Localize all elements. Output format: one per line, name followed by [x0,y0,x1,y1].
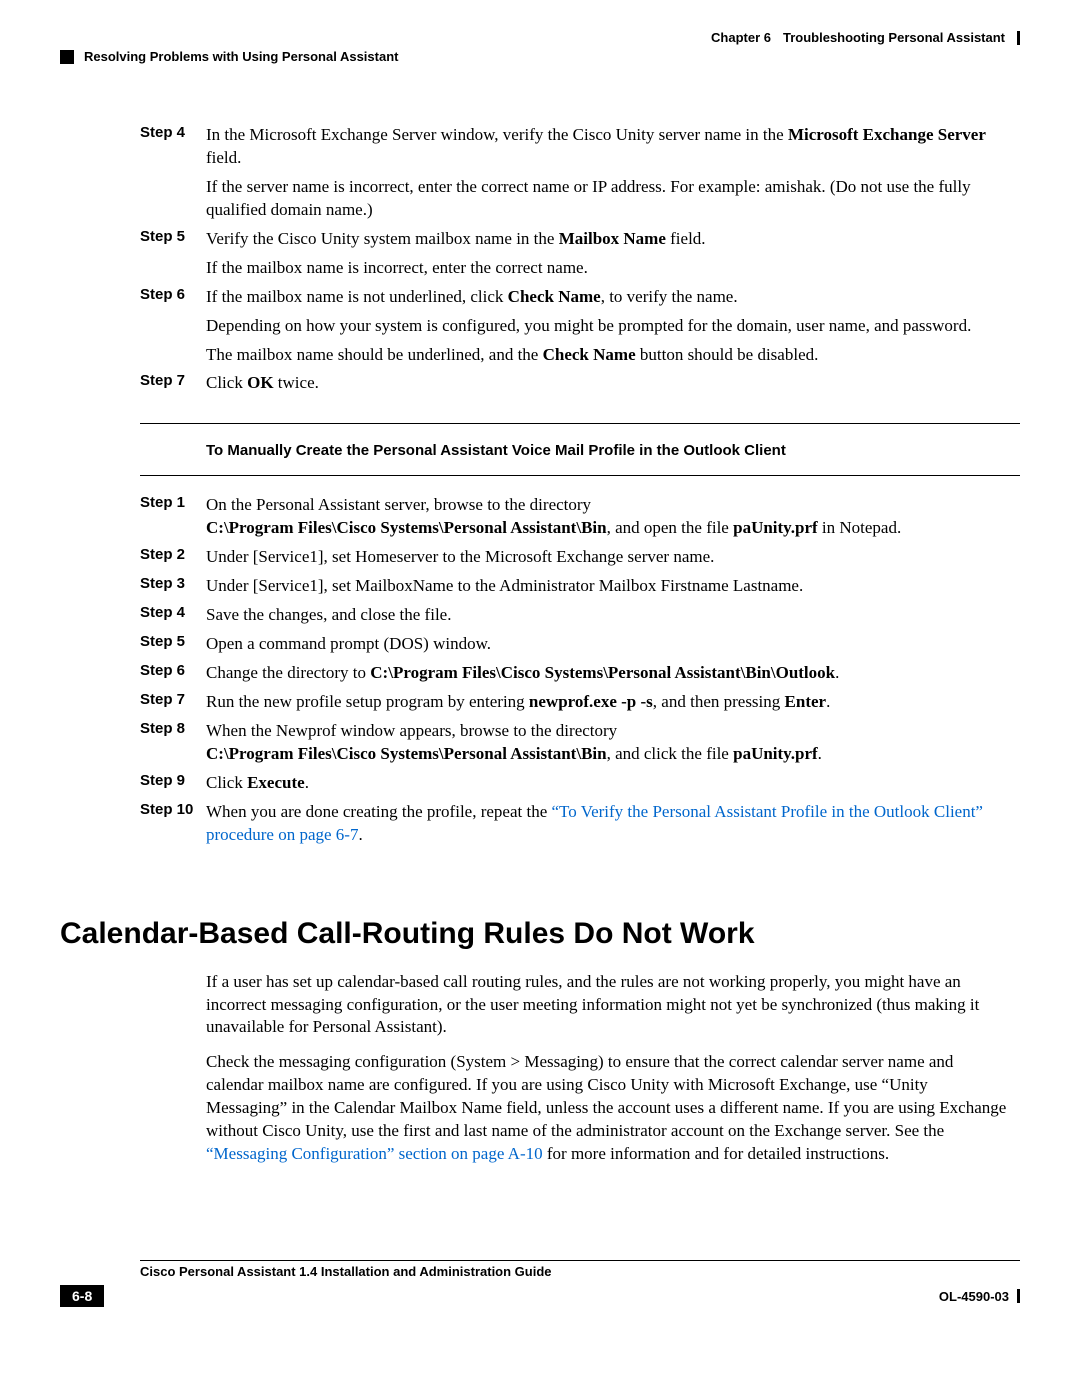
step-label: Step 9 [140,772,206,795]
step-text: Under [Service1], set MailboxName to the… [206,575,1010,598]
step-continuation: Depending on how your system is configur… [206,315,1010,338]
step-text: On the Personal Assistant server, browse… [206,494,1010,540]
step-row: Step 7 Click OK twice. [140,372,1010,395]
step-text: When you are done creating the profile, … [206,801,1010,847]
step-label: Step 10 [140,801,206,847]
step-text: In the Microsoft Exchange Server window,… [206,124,1010,170]
chapter-title: Troubleshooting Personal Assistant [783,30,1005,45]
step-text: Click Execute. [206,772,1010,795]
step-row: Step 8 When the Newprof window appears, … [140,720,1010,766]
step-text: Change the directory to C:\Program Files… [206,662,1010,685]
step-label: Step 1 [140,494,206,540]
step-label: Step 7 [140,372,206,395]
page-number: 6-8 [60,1285,104,1307]
step-label: Step 3 [140,575,206,598]
square-bullet-icon [60,50,74,64]
step-continuation: The mailbox name should be underlined, a… [206,344,1010,367]
doc-id: OL-4590-03 [939,1289,1020,1304]
step-label: Step 4 [140,604,206,627]
step-label: Step 6 [140,662,206,685]
step-row: Step 6 Change the directory to C:\Progra… [140,662,1010,685]
step-row: Step 7 Run the new profile setup program… [140,691,1010,714]
step-continuation: If the mailbox name is incorrect, enter … [206,257,1010,280]
step-label: Step 5 [140,228,206,251]
header-rule-icon [1017,31,1020,45]
body-paragraph: If a user has set up calendar-based call… [206,971,1010,1040]
step-text: Click OK twice. [206,372,1010,395]
step-row: Step 3 Under [Service1], set MailboxName… [140,575,1010,598]
step-label: Step 5 [140,633,206,656]
body-paragraph: Check the messaging configuration (Syste… [206,1051,1010,1166]
step-continuation: If the server name is incorrect, enter t… [206,176,1010,222]
footer-rule-icon [1017,1289,1020,1303]
step-text: Run the new profile setup program by ent… [206,691,1010,714]
step-text: If the mailbox name is not underlined, c… [206,286,1010,309]
step-label: Step 6 [140,286,206,309]
step-row: Step 10 When you are done creating the p… [140,801,1010,847]
step-text: Save the changes, and close the file. [206,604,1010,627]
step-text: Under [Service1], set Homeserver to the … [206,546,1010,569]
divider [140,423,1020,424]
footer-doc-title: Cisco Personal Assistant 1.4 Installatio… [140,1260,1020,1279]
step-list-a: Step 4 In the Microsoft Exchange Server … [140,124,1010,395]
page-header-top: Chapter 6 Troubleshooting Personal Assis… [60,30,1020,45]
step-label: Step 7 [140,691,206,714]
step-row: Step 6 If the mailbox name is not underl… [140,286,1010,309]
divider [140,475,1020,476]
heading-level-2: Calendar-Based Call-Routing Rules Do Not… [60,917,1020,951]
step-row: Step 5 Verify the Cisco Unity system mai… [140,228,1010,251]
step-row: Step 4 In the Microsoft Exchange Server … [140,124,1010,170]
step-text: When the Newprof window appears, browse … [206,720,1010,766]
step-text: Open a command prompt (DOS) window. [206,633,1010,656]
step-list-b: Step 1 On the Personal Assistant server,… [140,494,1010,846]
chapter-label: Chapter 6 [711,30,771,45]
step-row: Step 9 Click Execute. [140,772,1010,795]
step-row: Step 5 Open a command prompt (DOS) windo… [140,633,1010,656]
step-row: Step 4 Save the changes, and close the f… [140,604,1010,627]
page-footer: Cisco Personal Assistant 1.4 Installatio… [60,1260,1020,1307]
step-row: Step 2 Under [Service1], set Homeserver … [140,546,1010,569]
step-text: Verify the Cisco Unity system mailbox na… [206,228,1010,251]
page-header-sub: Resolving Problems with Using Personal A… [60,49,1020,64]
step-label: Step 4 [140,124,206,170]
section-title: Resolving Problems with Using Personal A… [84,49,398,64]
step-label: Step 8 [140,720,206,766]
step-label: Step 2 [140,546,206,569]
cross-reference-link[interactable]: “Messaging Configuration” section on pag… [206,1144,543,1163]
procedure-subheading: To Manually Create the Personal Assistan… [206,442,1020,459]
step-row: Step 1 On the Personal Assistant server,… [140,494,1010,540]
